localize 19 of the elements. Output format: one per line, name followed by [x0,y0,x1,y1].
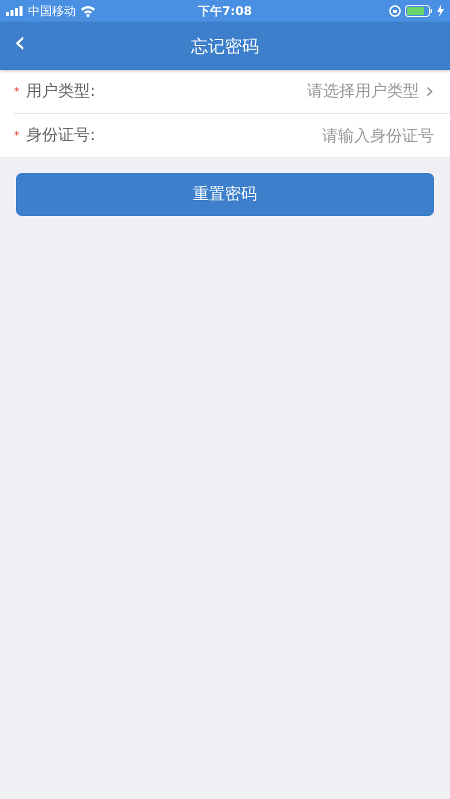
reset-password-button[interactable]: 重置密码 [16,173,434,216]
charging-icon [437,5,444,17]
field-label: 身份证号: [26,125,96,146]
back-button[interactable]: ‹ [0,28,26,64]
rotation-lock-icon [389,5,401,17]
field-label: 用户类型: [26,81,96,102]
select-row[interactable]: * 用户类型: 请选择用户类型 › [14,70,450,114]
signal-icon [6,6,24,16]
select-placeholder: 请选择用户类型 [307,81,420,102]
chevron-icon: › [425,80,434,102]
input-row[interactable]: * 身份证号: 请输入身份证号 [14,114,450,157]
required-mark: * [14,85,20,98]
battery-icon [405,5,433,17]
carrier-name: 中国移动 [28,2,76,20]
wifi-icon [80,5,96,17]
clock-time: 下午7:08 [198,2,252,20]
id-number-input[interactable]: 请输入身份证号 [264,126,434,145]
required-mark: * [14,129,20,142]
page-title: 忘记密码 [191,36,259,58]
